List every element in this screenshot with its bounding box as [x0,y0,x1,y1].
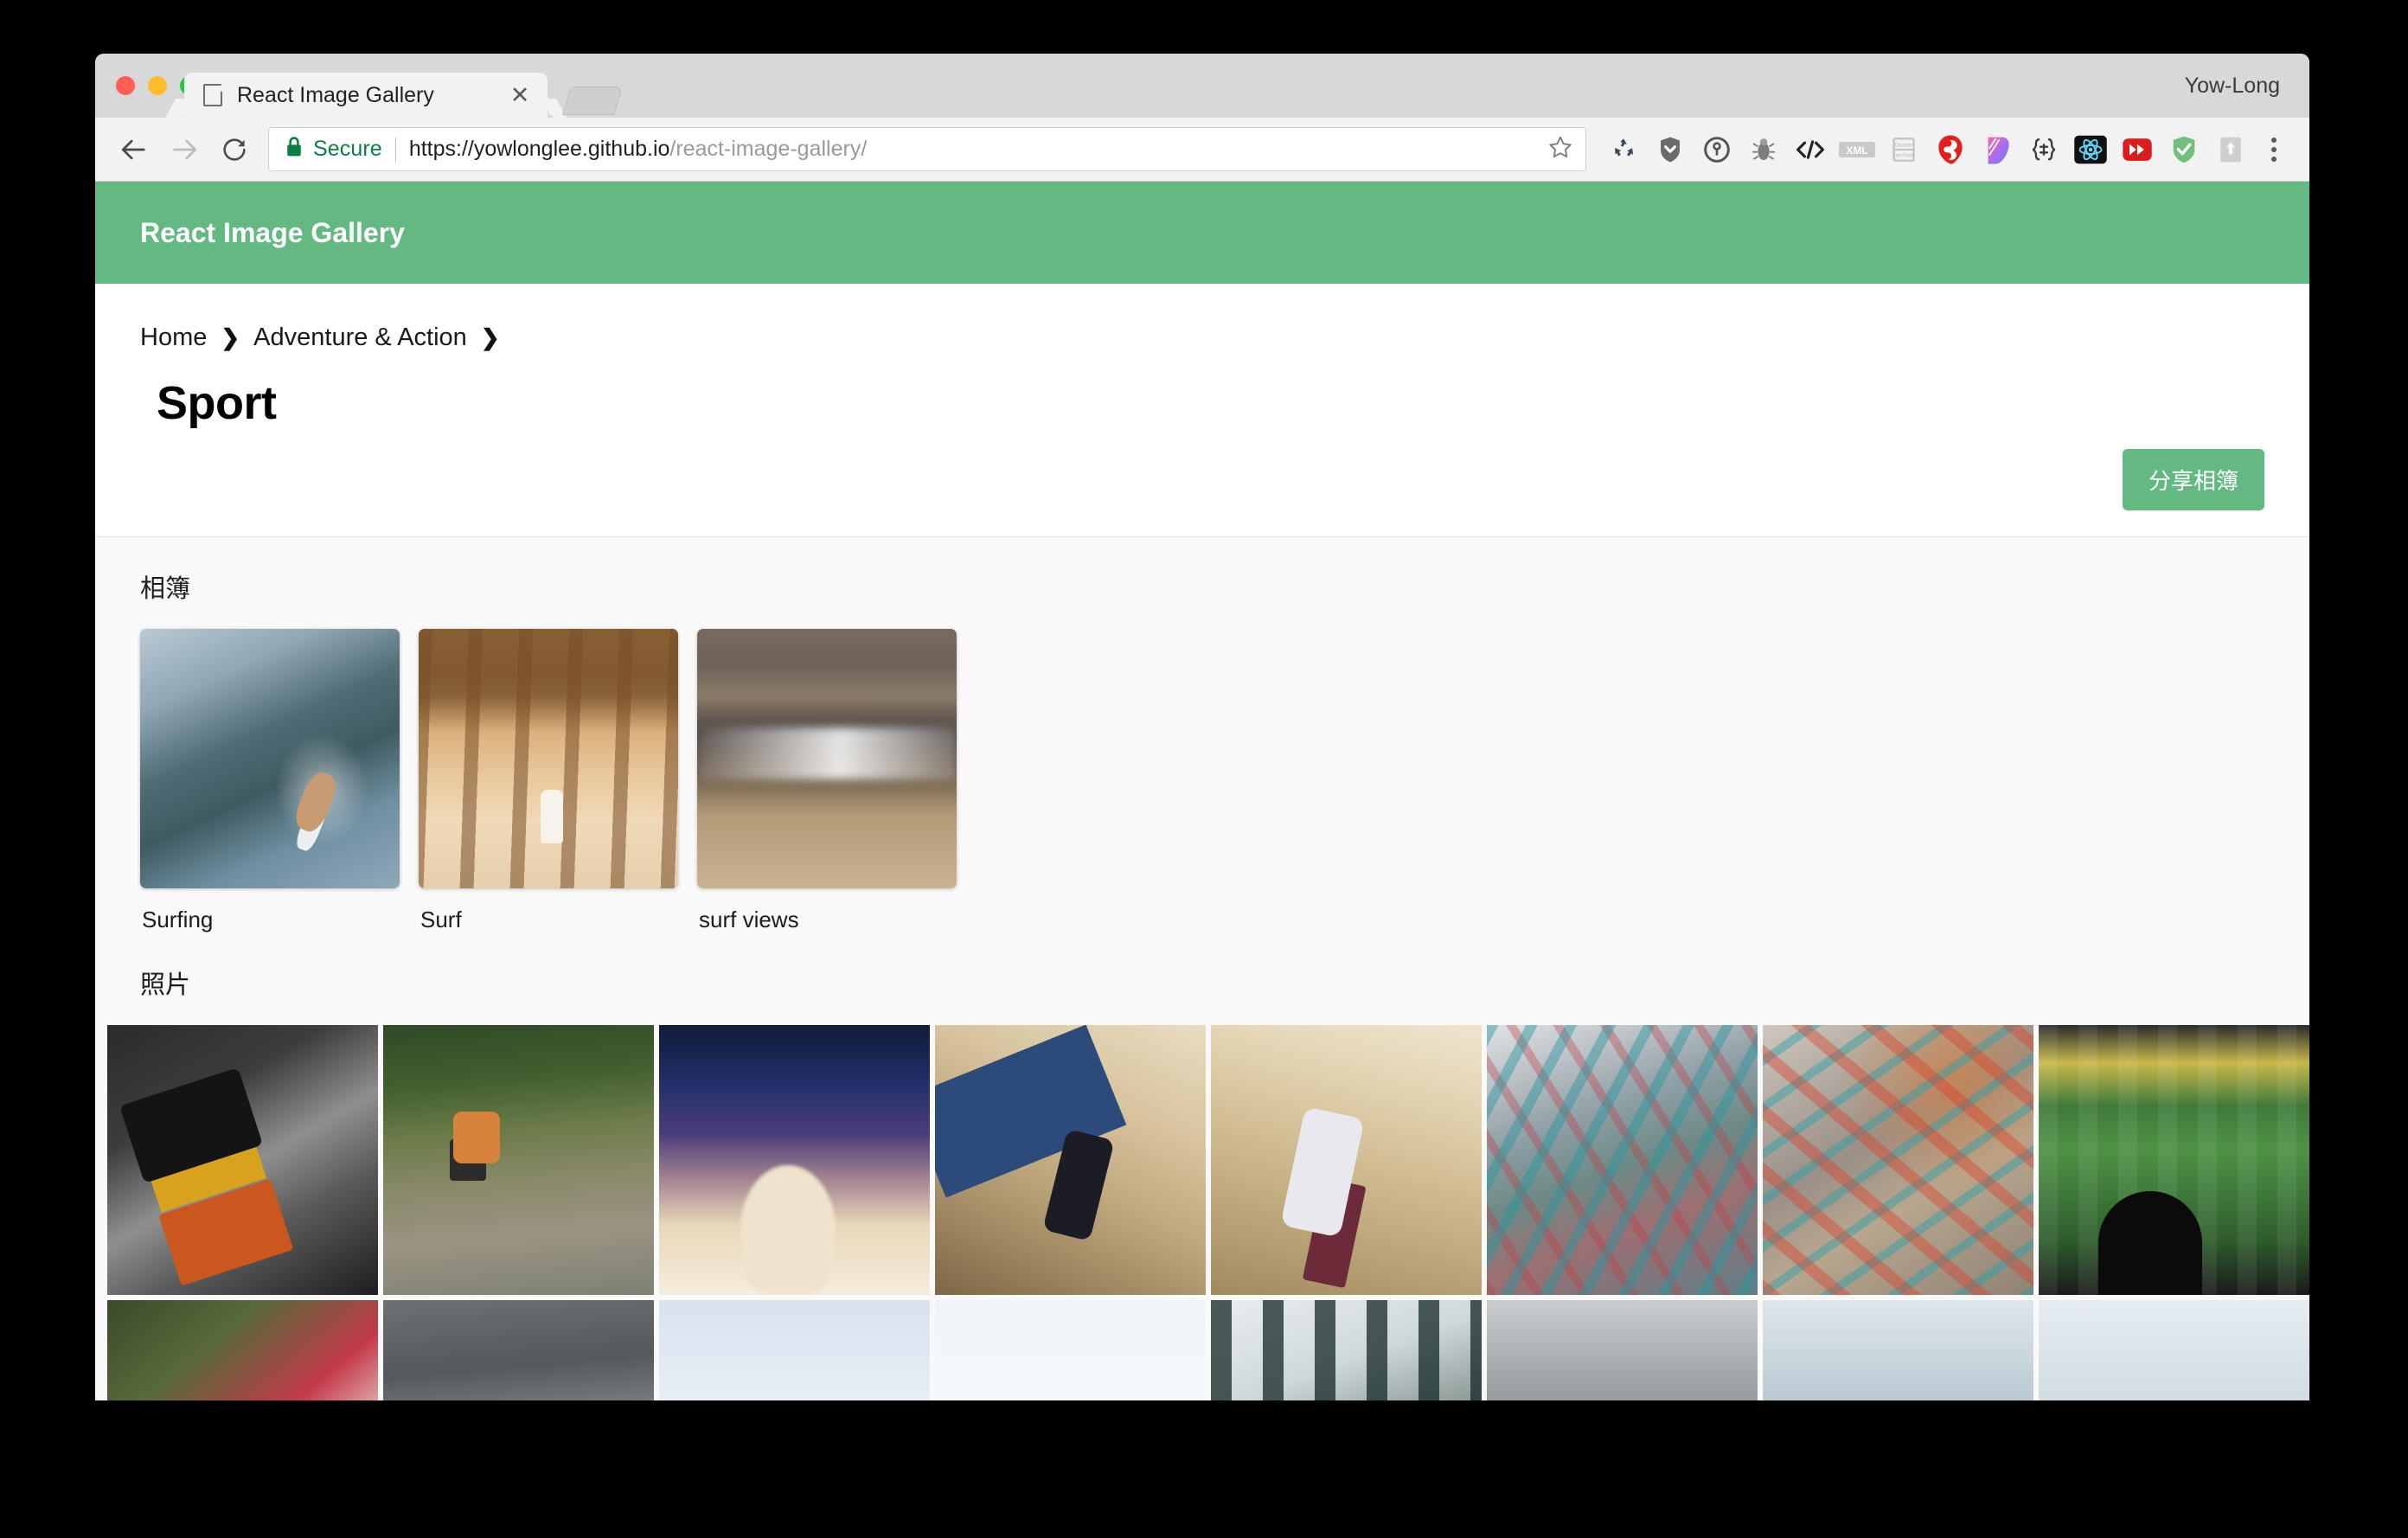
photo-tile[interactable] [383,1300,654,1400]
url-path: /react-image-gallery/ [669,137,867,161]
breadcrumb: Home ❯ Adventure & Action ❯ [140,284,2264,352]
page-title: Sport [157,376,2264,430]
bug-icon[interactable] [1740,126,1787,173]
tab-strip: React Image Gallery ✕ Yow-Long [95,54,2309,118]
key-circle-icon[interactable] [1694,126,1740,173]
photo-tile[interactable] [2039,1025,2309,1295]
photo-tile[interactable] [659,1300,930,1400]
photo-tile[interactable] [1487,1025,1758,1295]
lock-icon [285,136,304,163]
chevron-right-icon: ❯ [221,324,240,351]
page-actions: 分享相簿 [140,430,2264,536]
page-content: React Image Gallery Home ❯ Adventure & A… [95,182,2309,1400]
upload-icon[interactable] [2207,126,2254,173]
album-caption: surf views [699,907,957,933]
recycle-icon[interactable] [1600,126,1647,173]
browser-tab[interactable]: React Image Gallery ✕ [184,73,548,118]
extensions-toolbar: XML Dicover DevTools [1600,126,2294,173]
address-bar[interactable]: Secure https://yowlonglee.github.io/reac… [268,127,1586,171]
photo-grid [95,1001,2309,1400]
photo-tile[interactable] [2039,1300,2309,1400]
reload-button[interactable] [209,125,259,175]
album-card[interactable]: surf views [697,629,957,933]
photos-section-label: 照片 [95,933,2309,1001]
browser-menu-button[interactable] [2254,126,2294,173]
check-shield-icon[interactable] [2161,126,2207,173]
url-origin: https://yowlonglee.github.io [409,137,670,161]
photo-tile[interactable] [107,1025,378,1295]
photo-tile[interactable] [659,1025,930,1295]
page-header-zone: Home ❯ Adventure & Action ❯ Sport 分享相簿 [95,284,2309,536]
photo-tile[interactable] [1211,1300,1482,1400]
album-caption: Surf [420,907,678,933]
star-icon[interactable] [1534,134,1573,164]
photo-tile[interactable] [935,1300,1206,1400]
close-window-button[interactable] [116,76,135,95]
album-card[interactable]: Surf [419,629,678,933]
breadcrumb-item-home[interactable]: Home [140,324,207,352]
new-tab-button[interactable] [562,87,623,115]
photo-tile[interactable] [383,1025,654,1295]
secure-label: Secure [313,137,382,162]
photo-tile[interactable] [1211,1025,1482,1295]
app-title: React Image Gallery [140,217,405,249]
close-tab-button[interactable]: ✕ [503,78,537,112]
photo-tile[interactable] [1487,1300,1758,1400]
app-header: React Image Gallery [95,182,2309,284]
omnibox-divider [395,137,396,163]
back-button[interactable] [109,125,159,175]
albums-section-label: 相簿 [95,537,2309,605]
react-icon[interactable] [2067,126,2114,173]
shield-down-icon[interactable] [1647,126,1694,173]
breadcrumb-item-adventure-action[interactable]: Adventure & Action [253,324,467,352]
devtools-icon[interactable]: Dicover DevTools [1880,126,1927,173]
albums-list: Surfing Surf surf views [95,605,2309,933]
share-album-button[interactable]: 分享相簿 [2123,449,2264,510]
album-card[interactable]: Surfing [140,629,400,933]
photo-tile[interactable] [107,1300,378,1400]
album-thumbnail[interactable] [697,629,957,888]
ghostery-icon[interactable] [1927,126,1974,173]
xml-icon[interactable]: XML [1834,126,1880,173]
photo-tile[interactable] [1763,1025,2033,1295]
photo-tile[interactable] [935,1025,1206,1295]
fast-forward-icon[interactable] [2114,126,2161,173]
gradient-icon[interactable] [1974,126,2021,173]
forward-button[interactable] [159,125,209,175]
svg-text:XML: XML [1846,144,1867,157]
svg-text:Dicover: Dicover [1895,143,1913,148]
svg-text:DevTools: DevTools [1893,153,1915,158]
page-favicon-icon [203,84,222,106]
browser-window: React Image Gallery ✕ Yow-Long [95,54,2309,1400]
album-thumbnail[interactable] [140,629,400,888]
album-caption: Surfing [142,907,400,933]
code-brackets-icon[interactable] [1787,126,1834,173]
tab-title: React Image Gallery [237,83,503,108]
browser-toolbar: Secure https://yowlonglee.github.io/reac… [95,118,2309,182]
album-thumbnail[interactable] [419,629,678,888]
gallery-body: 相簿 Surfing Surf surf views 照片 [95,537,2309,1400]
json-braces-icon[interactable] [2021,126,2067,173]
profile-name-label[interactable]: Yow-Long [2185,74,2280,99]
url-text: https://yowlonglee.github.io/react-image… [409,137,867,162]
minimize-window-button[interactable] [148,76,167,95]
photo-tile[interactable] [1763,1300,2033,1400]
chevron-right-icon-2: ❯ [481,324,500,351]
